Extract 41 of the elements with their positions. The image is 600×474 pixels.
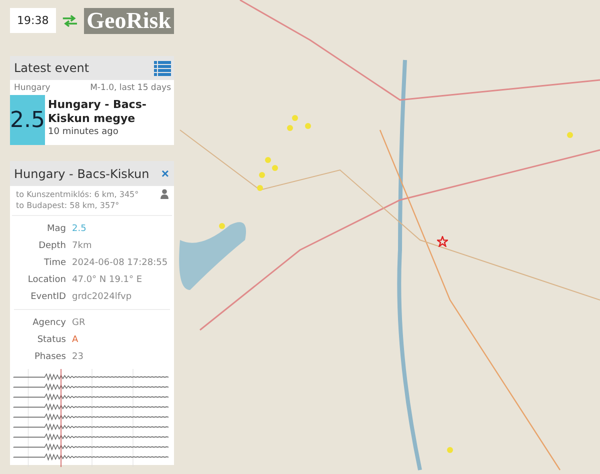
dot-marker-icon[interactable]: [567, 132, 573, 138]
distance-text: to Budapest: 58 km, 357°: [16, 200, 120, 211]
dot-marker-icon[interactable]: [219, 223, 225, 229]
event-age: 10 minutes ago: [48, 127, 120, 137]
field-label: Depth: [38, 240, 66, 250]
person-icon[interactable]: [160, 189, 169, 199]
field-value: GR: [72, 318, 86, 328]
field-value: 2024-06-08 17:28:55: [72, 258, 168, 268]
swap-arrows-icon[interactable]: [62, 14, 78, 28]
magnitude-badge[interactable]: 2.5: [10, 95, 45, 145]
list-icon[interactable]: [154, 60, 171, 76]
field-label: Time: [42, 258, 66, 268]
field-value: 7km: [72, 240, 92, 250]
field-value: 23: [72, 352, 84, 362]
event-title: Hungary - Bacs-Kiskun: [14, 166, 150, 180]
field-label: Status: [36, 334, 66, 344]
dot-marker-icon[interactable]: [265, 157, 271, 163]
field-value: grdc2024lfvp: [72, 292, 132, 302]
dot-marker-icon[interactable]: [287, 125, 293, 131]
lake-shape: [179, 222, 246, 290]
field-label: Agency: [32, 318, 66, 328]
panel-title: Latest event: [14, 61, 90, 75]
filter-label: M-1.0, last 15 days: [90, 83, 171, 93]
dot-marker-icon[interactable]: [292, 115, 298, 121]
clock-time: 19:38: [10, 8, 56, 33]
field-label: Location: [26, 274, 66, 284]
field-value: A: [72, 334, 78, 344]
field-value: 47.0° N 19.1° E: [72, 274, 142, 284]
event-place[interactable]: Hungary - Bacs-Kiskun megye: [48, 98, 172, 126]
dot-marker-icon[interactable]: [259, 172, 265, 178]
star-marker-icon[interactable]: [437, 236, 448, 247]
field-value: 2.5: [72, 224, 86, 234]
dot-marker-icon[interactable]: [272, 165, 278, 171]
distance-text: to Kunszentmiklós: 6 km, 345°: [16, 189, 139, 200]
region-label: Hungary: [14, 83, 50, 93]
field-label: Mag: [46, 224, 66, 234]
field-label: Phases: [33, 352, 66, 362]
dot-marker-icon[interactable]: [257, 185, 263, 191]
dot-marker-icon[interactable]: [447, 447, 453, 453]
dot-marker-icon[interactable]: [305, 123, 311, 129]
field-label: EventID: [30, 292, 66, 302]
